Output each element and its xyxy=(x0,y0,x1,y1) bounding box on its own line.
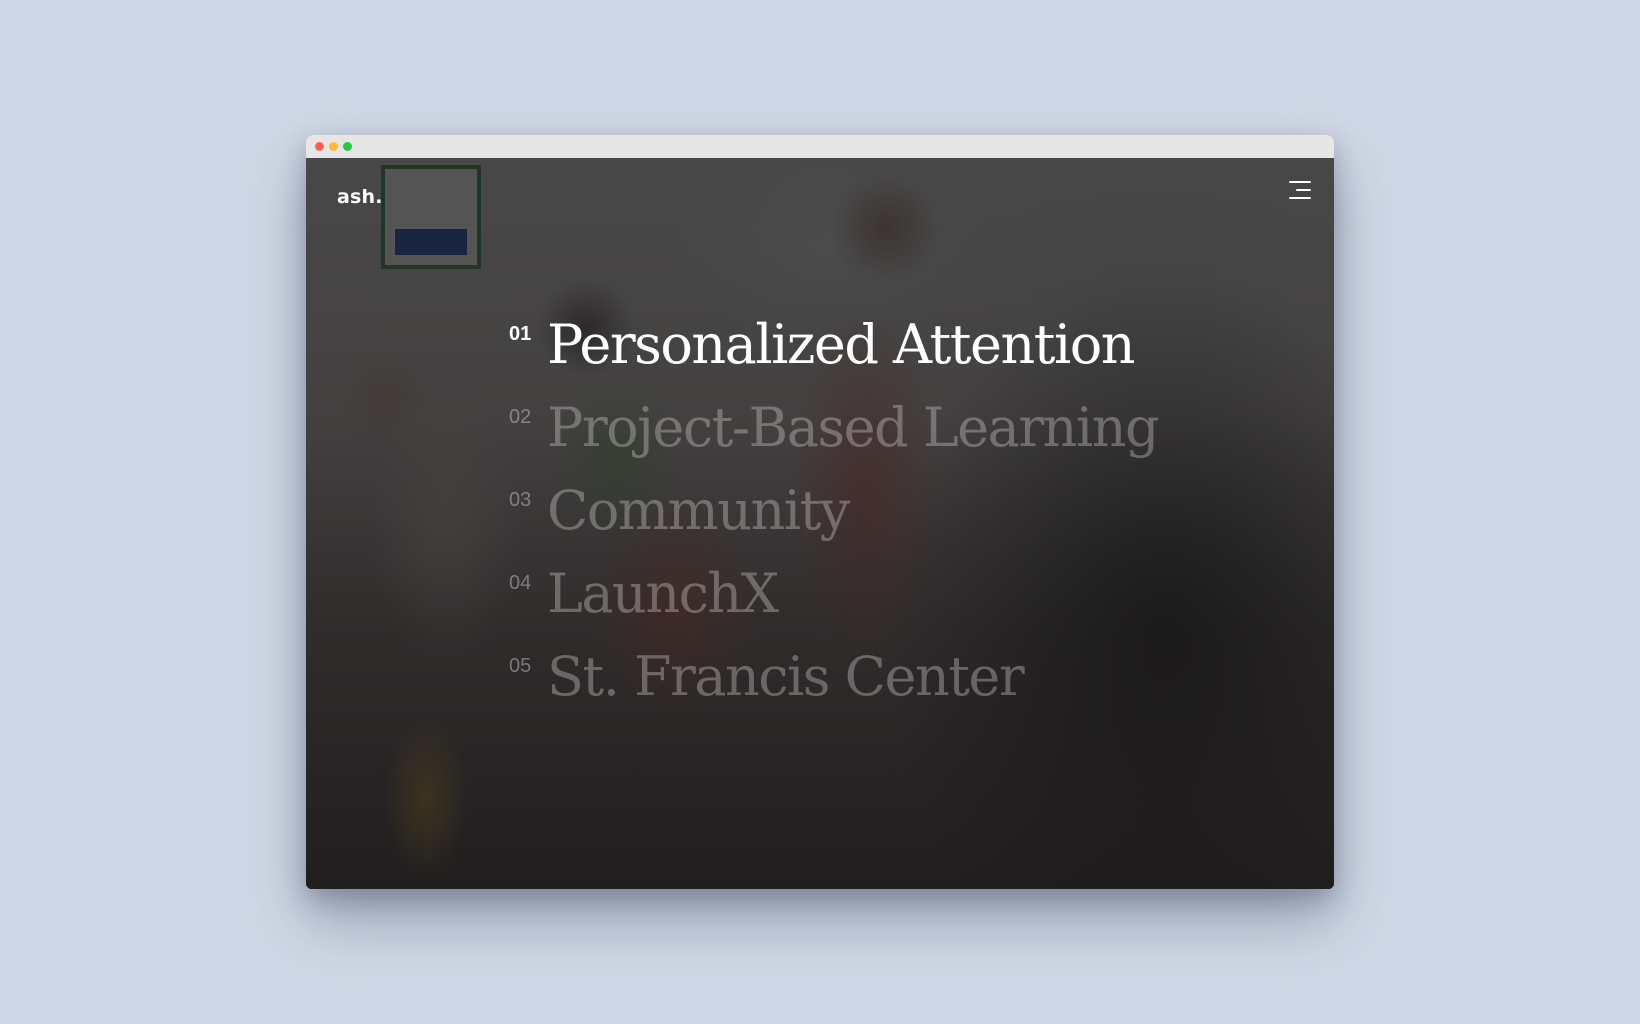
menu-line xyxy=(1289,181,1311,183)
page-viewport: ash. 01 Personalized Attention 02 Projec… xyxy=(306,158,1334,889)
menu-line xyxy=(1289,197,1311,199)
nav-item-label: Community xyxy=(547,479,850,542)
nav-item-label: Project-Based Learning xyxy=(547,396,1160,459)
close-window-button[interactable] xyxy=(315,142,324,151)
hamburger-menu-icon[interactable] xyxy=(1287,179,1311,201)
nav-item-number: 03 xyxy=(509,489,532,511)
site-logo[interactable]: ash. xyxy=(337,186,383,208)
window-titlebar xyxy=(306,135,1334,159)
maximize-window-button[interactable] xyxy=(343,142,352,151)
nav-item-number: 02 xyxy=(509,406,532,428)
nav-item-number: 05 xyxy=(509,655,532,677)
browser-window: ash. 01 Personalized Attention 02 Projec… xyxy=(306,135,1334,889)
menu-line xyxy=(1296,189,1311,191)
nav-item-number: 04 xyxy=(509,572,532,594)
nav-item-number: 01 xyxy=(509,323,532,345)
nav-item-label: LaunchX xyxy=(547,562,779,625)
minimize-window-button[interactable] xyxy=(329,142,338,151)
nav-item-label: Personalized Attention xyxy=(547,313,1136,376)
nav-item-label: St. Francis Center xyxy=(547,645,1025,708)
